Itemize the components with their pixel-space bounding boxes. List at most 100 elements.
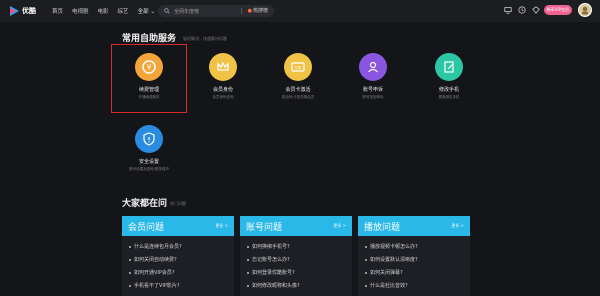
crown-icon — [209, 53, 237, 81]
service-label: 续费管理 — [138, 87, 159, 93]
main-nav: 首页 电视剧 电影 综艺 全部 ⌄ — [52, 7, 164, 15]
faq-item-text: 如何登录优酷账号? — [252, 270, 295, 276]
card-title: 账号问题 — [246, 222, 283, 233]
card-header: 会员问题 更多 > — [122, 216, 234, 236]
bullet-icon — [129, 258, 131, 261]
search-icon — [164, 8, 170, 14]
faq-subtitle: 热门问题 — [170, 201, 186, 206]
faq-card-account: 账号问题 更多 > 如何换绑手机号? 忘记账号怎么办? 如何登录优酷账号? 如何… — [240, 216, 352, 296]
faq-item[interactable]: 如何关闭弹幕? — [365, 266, 463, 279]
avatar[interactable] — [578, 3, 592, 17]
header-actions: 畅享VIP会员 — [498, 3, 592, 17]
faq-item-text: 如何换绑手机号? — [252, 244, 290, 250]
edit-phone-icon — [435, 53, 463, 81]
faq-item-text: 什么是连续包月会员? — [134, 244, 182, 250]
faq-item-text: 如何关闭弹幕? — [370, 270, 403, 276]
faq-item-text: 什么是杜比音效? — [370, 283, 408, 289]
nav-home[interactable]: 首页 — [52, 7, 63, 15]
self-service-subtitle: 轻松解决，快速解决问题 — [183, 36, 227, 41]
top-navigation-bar: 优酷 首页 电视剧 电影 综艺 全部 ⌄ 全网年度榜 ● 热搜榜 畅享VIP会员 — [0, 0, 600, 22]
service-member-identity[interactable]: 会员身份 会员身份查询 — [188, 53, 258, 100]
more-link[interactable]: 更多 > — [451, 223, 464, 229]
faq-list: 如何换绑手机号? 忘记账号怎么办? 如何登录优酷账号? 如何修改昵称和头像? — [240, 236, 352, 296]
vip-card-icon: VIP — [284, 53, 312, 81]
card-title: 播放问题 — [364, 222, 401, 233]
service-label: 会员身份 — [212, 87, 233, 93]
svg-text:¥: ¥ — [146, 63, 151, 72]
bullet-icon — [365, 271, 367, 274]
self-service-title: 常用自助服务 — [122, 34, 177, 44]
search-input[interactable]: 全网年度榜 — [174, 8, 199, 15]
svg-text:VIP: VIP — [295, 65, 302, 70]
bullet-icon — [247, 245, 249, 248]
faq-item-text: 手机看不了VIP影片? — [134, 283, 180, 289]
nav-all-dropdown[interactable]: 全部 ⌄ — [138, 7, 155, 15]
bullet-icon — [365, 245, 367, 248]
faq-item[interactable]: 播放视频卡顿怎么办? — [365, 240, 463, 253]
faq-list: 什么是连续包月会员? 如何关闭自动续费? 如何开通VIP会员? 手机看不了VIP… — [122, 236, 234, 296]
faq-item-text: 如何修改昵称和头像? — [252, 283, 300, 289]
faq-item[interactable]: 什么是连续包月会员? — [129, 240, 227, 253]
nav-all-label: 全部 — [137, 9, 149, 15]
youku-logo[interactable]: 优酷 — [8, 5, 36, 17]
faq-item[interactable]: 如何登录优酷账号? — [247, 266, 345, 279]
faq-item[interactable]: 如何关闭自动续费? — [129, 253, 227, 266]
history-icon[interactable] — [518, 6, 526, 14]
service-account-appeal[interactable]: 账号申诉 账号找回申诉 — [338, 53, 408, 100]
bullet-icon — [247, 258, 249, 261]
brand-name: 优酷 — [22, 7, 36, 15]
more-link[interactable]: 更多 > — [215, 223, 228, 229]
service-change-phone[interactable]: 修改手机 更换绑定手机 — [414, 53, 484, 100]
faq-card-playback: 播放问题 更多 > 播放视频卡顿怎么办? 如何设置默认清晰度? 如何关闭弹幕? … — [358, 216, 470, 296]
vip-diamond-icon[interactable] — [531, 6, 540, 14]
service-label: 安全设置 — [138, 159, 159, 165]
card-header: 播放问题 更多 > — [358, 216, 470, 236]
faq-item[interactable]: 手机看不了VIP影片? — [129, 279, 227, 292]
faq-item[interactable]: 如何设置默认清晰度? — [365, 253, 463, 266]
bullet-icon — [365, 284, 367, 287]
bullet-icon — [247, 284, 249, 287]
bullet-icon — [129, 284, 131, 287]
service-label: 会员卡激活 — [285, 87, 311, 93]
nav-variety[interactable]: 综艺 — [118, 7, 129, 15]
fire-icon: ● — [247, 7, 252, 14]
card-title: 会员问题 — [128, 222, 165, 233]
service-security-settings[interactable]: 安全设置 账号设置及密码/登录保护 — [114, 125, 184, 172]
renew-icon: ¥ — [135, 53, 163, 81]
monitor-icon[interactable] — [504, 6, 512, 14]
faq-item-text: 忘记账号怎么办? — [252, 257, 290, 263]
faq-list: 播放视频卡顿怎么办? 如何设置默认清晰度? 如何关闭弹幕? 什么是杜比音效? — [358, 236, 470, 296]
shield-icon — [135, 125, 163, 153]
nav-tv[interactable]: 电视剧 — [72, 7, 89, 15]
more-link[interactable]: 更多 > — [333, 223, 346, 229]
bullet-icon — [247, 271, 249, 274]
service-desc: 会员身份查询 — [212, 95, 234, 99]
nav-movie[interactable]: 电影 — [98, 7, 109, 15]
vip-badge[interactable]: 畅享VIP会员 — [543, 5, 572, 15]
faq-item-text: 如何设置默认清晰度? — [370, 257, 418, 263]
account-icon — [359, 53, 387, 81]
search-box[interactable]: 全网年度榜 ● 热搜榜 — [158, 5, 274, 17]
faq-item[interactable]: 什么是杜比音效? — [365, 279, 463, 292]
faq-title: 大家都在问 — [122, 199, 168, 209]
bullet-icon — [365, 258, 367, 261]
user-avatar-icon — [582, 6, 588, 15]
service-desc: 激活码/卡密兑换会员 — [281, 95, 315, 99]
service-label: 账号申诉 — [362, 87, 383, 93]
service-label: 修改手机 — [438, 87, 459, 93]
bullet-icon — [129, 271, 131, 274]
faq-item[interactable]: 忘记账号怎么办? — [247, 253, 345, 266]
service-renew[interactable]: ¥ 续费管理 开通续费服务 — [114, 53, 184, 100]
hot-search-button[interactable]: ● 热搜榜 — [247, 7, 268, 15]
faq-item-text: 播放视频卡顿怎么办? — [370, 244, 418, 250]
faq-item-text: 如何开通VIP会员? — [134, 270, 175, 276]
service-card-activate[interactable]: VIP 会员卡激活 激活码/卡密兑换会员 — [263, 53, 333, 100]
bullet-icon — [129, 245, 131, 248]
chevron-down-icon: ⌄ — [150, 9, 155, 15]
faq-item[interactable]: 如何换绑手机号? — [247, 240, 345, 253]
hot-search-label: 热搜榜 — [252, 8, 268, 14]
faq-item[interactable]: 如何修改昵称和头像? — [247, 279, 345, 292]
faq-item[interactable]: 如何开通VIP会员? — [129, 266, 227, 279]
faq-item-text: 如何关闭自动续费? — [134, 257, 177, 263]
service-desc: 账号设置及密码/登录保护 — [129, 167, 169, 171]
